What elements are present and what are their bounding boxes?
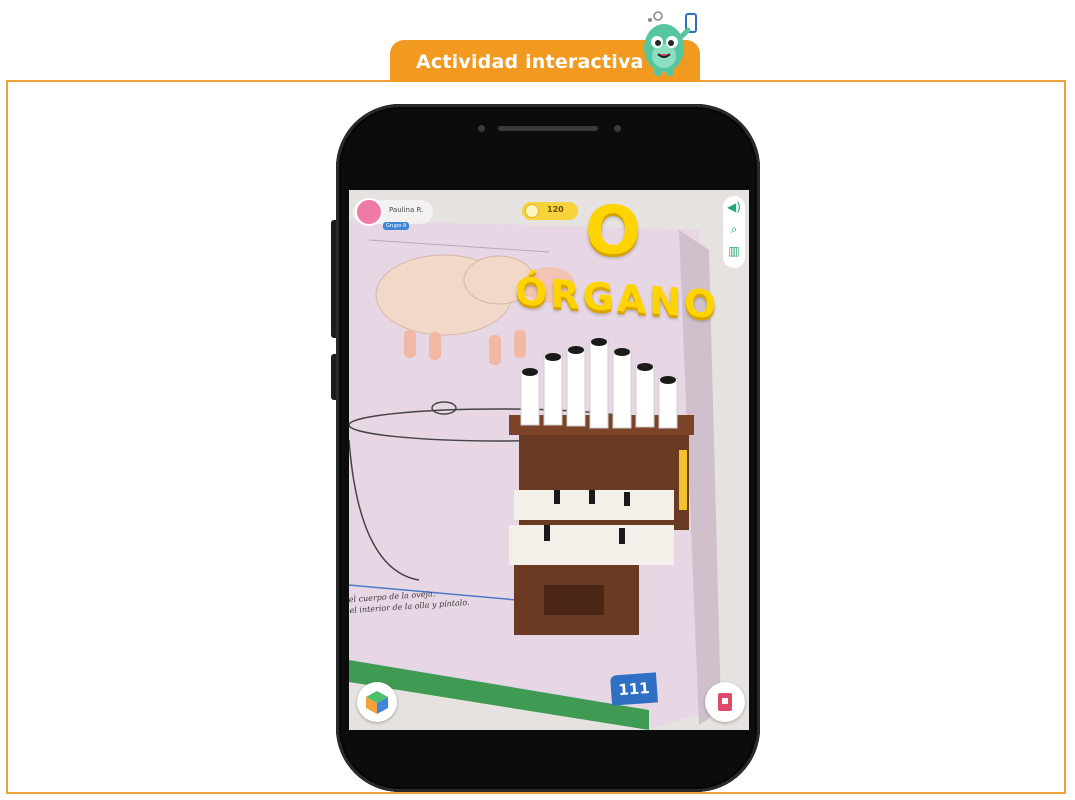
- speaker-icon[interactable]: ◀): [723, 200, 745, 214]
- cube-button[interactable]: [357, 682, 397, 722]
- phone-sensor: [478, 125, 485, 132]
- coin-icon: [525, 204, 539, 218]
- activity-tab-label: Actividad interactiva: [416, 51, 644, 73]
- phone-camera: [614, 125, 621, 132]
- cube-icon: [366, 691, 388, 714]
- card-button[interactable]: [705, 682, 745, 722]
- class-badge: Grupo A: [383, 222, 410, 230]
- search-icon[interactable]: ⌕: [723, 222, 745, 237]
- featured-letter: O: [585, 192, 642, 269]
- page-number: 111: [610, 672, 658, 706]
- tool-bar: ◀) ⌕ ▥: [723, 196, 745, 268]
- phone-speaker: [498, 126, 598, 131]
- app-screen[interactable]: Paulina R. Grupo A 120 ◀) ⌕ ▥ O ÓRGANO e…: [349, 190, 749, 730]
- avatar[interactable]: [355, 198, 383, 226]
- card-icon: [718, 693, 732, 711]
- library-icon[interactable]: ▥: [723, 244, 745, 258]
- user-name: Paulina R.: [389, 206, 424, 214]
- mascot-icon: [644, 11, 697, 76]
- coin-value: 120: [547, 205, 564, 214]
